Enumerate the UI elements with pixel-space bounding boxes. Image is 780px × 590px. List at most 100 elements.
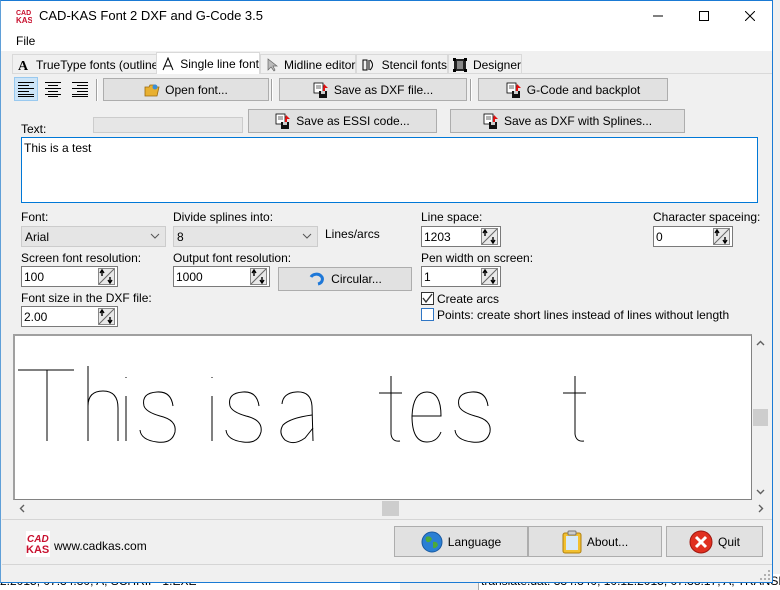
save-dxf-button[interactable]: Save as DXF file...: [279, 78, 467, 101]
tab-truetype-fonts[interactable]: A TrueType fonts (outline): [12, 54, 162, 74]
line-space-spinner[interactable]: 1203: [421, 226, 501, 247]
tab-designer[interactable]: Designer: [448, 54, 522, 74]
chevron-down-icon: [302, 233, 312, 239]
spin-arrows-icon[interactable]: [481, 268, 498, 285]
open-folder-icon: [144, 83, 160, 97]
create-arcs-checkbox[interactable]: [421, 292, 434, 305]
align-center-button[interactable]: [41, 77, 65, 101]
font-preview-canvas: [13, 334, 752, 500]
circular-arrow-icon: [308, 271, 326, 287]
pen-width-spinner[interactable]: 1: [421, 266, 501, 287]
circular-button[interactable]: Circular...: [278, 267, 412, 291]
align-center-icon: [45, 82, 61, 97]
preview-text-outline: [18, 366, 586, 444]
vertical-scroll-thumb[interactable]: [753, 409, 768, 426]
tab-label: Stencil fonts: [381, 57, 447, 72]
horizontal-scroll-thumb[interactable]: [382, 501, 399, 516]
scroll-down-arrow[interactable]: [752, 483, 769, 500]
save-document-icon: [313, 82, 329, 98]
toolbar-separator: [271, 79, 273, 101]
stencil-icon: [361, 57, 377, 73]
create-arcs-label: Create arcs: [437, 292, 500, 306]
font-size-spinner[interactable]: 2.00: [21, 306, 118, 327]
lines-arcs-label: Lines/arcs: [325, 227, 380, 241]
spin-arrows-icon[interactable]: [98, 308, 115, 325]
spin-arrows-icon[interactable]: [481, 228, 498, 245]
maximize-button[interactable]: [681, 1, 727, 31]
spin-arrows-icon[interactable]: [250, 268, 267, 285]
points-checkbox[interactable]: [421, 308, 434, 321]
tab-label: Midline editor: [284, 57, 356, 72]
scroll-right-arrow[interactable]: [752, 500, 769, 517]
tab-stencil-fonts[interactable]: Stencil fonts: [356, 54, 448, 74]
title-bar: CAD KAS CAD-KAS Font 2 DXF and G-Code 3.5: [1, 1, 772, 31]
save-document-icon: [275, 113, 291, 129]
align-left-icon: [18, 82, 34, 97]
close-icon: [745, 11, 755, 21]
output-res-label: Output font resolution:: [173, 251, 292, 265]
truetype-a-icon: A: [17, 57, 31, 73]
align-right-button[interactable]: [68, 77, 92, 101]
tab-label: Designer: [472, 57, 521, 72]
font-size-label: Font size in the DXF file:: [21, 291, 152, 305]
chevron-left-icon: [19, 504, 24, 513]
save-essi-button[interactable]: Save as ESSI code...: [248, 109, 437, 133]
text-label: Text:: [21, 122, 47, 136]
spin-arrows-icon[interactable]: [98, 268, 115, 285]
tab-midline-editor[interactable]: Midline editor: [260, 54, 356, 74]
output-res-spinner[interactable]: 1000: [173, 266, 270, 287]
save-dxf-splines-button[interactable]: Save as DXF with Splines...: [450, 109, 685, 133]
footer-divider: [2, 519, 772, 520]
designer-icon: [453, 57, 468, 73]
minimize-button[interactable]: [635, 1, 681, 31]
divide-splines-select[interactable]: 8: [173, 226, 318, 247]
minimize-icon: [653, 15, 663, 17]
tab-single-line-font[interactable]: Single line font: [156, 52, 260, 74]
font-label: Font:: [21, 210, 49, 224]
quit-button[interactable]: Quit: [666, 526, 763, 557]
maximize-icon: [699, 11, 709, 21]
menu-bar: File: [1, 31, 772, 51]
language-button[interactable]: Language: [394, 526, 528, 557]
tab-label: TrueType fonts (outline): [36, 57, 163, 72]
save-document-icon: [483, 113, 499, 129]
tab-label: Single line font: [180, 56, 259, 71]
resize-grip-icon[interactable]: [759, 569, 771, 581]
points-label: Points: create short lines instead of li…: [437, 308, 730, 322]
font-select[interactable]: Arial: [21, 226, 166, 247]
chevron-right-icon: [758, 504, 763, 513]
preview-horizontal-scrollbar[interactable]: [13, 500, 763, 517]
text-input[interactable]: This is a test: [21, 137, 758, 203]
about-button[interactable]: About...: [528, 526, 662, 557]
screen-res-label: Screen font resolution:: [21, 251, 142, 265]
window-title: CAD-KAS Font 2 DXF and G-Code 3.5: [39, 8, 263, 23]
gcode-backplot-button[interactable]: G-Code and backplot: [478, 78, 668, 101]
clipboard-icon: [562, 530, 582, 554]
toolbar-separator: [470, 79, 472, 101]
align-left-button[interactable]: [14, 77, 38, 101]
website-link[interactable]: www.cadkas.com: [54, 539, 147, 553]
spin-arrows-icon[interactable]: [713, 228, 730, 245]
svg-text:KAS: KAS: [26, 544, 49, 556]
toolbar-separator: [96, 79, 98, 101]
checkmark-icon: [422, 293, 433, 304]
cadkas-logo-icon: CAD KAS: [16, 8, 34, 25]
divide-splines-label: Divide splines into:: [173, 210, 274, 224]
globe-icon: [421, 531, 443, 553]
close-button[interactable]: [727, 1, 773, 31]
open-font-button[interactable]: Open font...: [103, 78, 269, 101]
cursor-pointer-icon: [265, 57, 279, 73]
scroll-left-arrow[interactable]: [13, 500, 30, 517]
preview-vertical-scrollbar[interactable]: [752, 334, 769, 500]
cadkas-logo-icon: CAD KAS: [26, 531, 50, 557]
line-space-label: Line space:: [421, 210, 483, 224]
char-spacing-spinner[interactable]: 0: [653, 226, 733, 247]
scroll-up-arrow[interactable]: [752, 334, 769, 351]
chevron-up-icon: [756, 340, 765, 345]
svg-text:KAS: KAS: [16, 16, 32, 24]
quit-x-icon: [689, 530, 713, 554]
chevron-down-icon: [150, 233, 160, 239]
disabled-field: [93, 117, 243, 133]
menu-file[interactable]: File: [16, 34, 35, 48]
screen-res-spinner[interactable]: 100: [21, 266, 118, 287]
